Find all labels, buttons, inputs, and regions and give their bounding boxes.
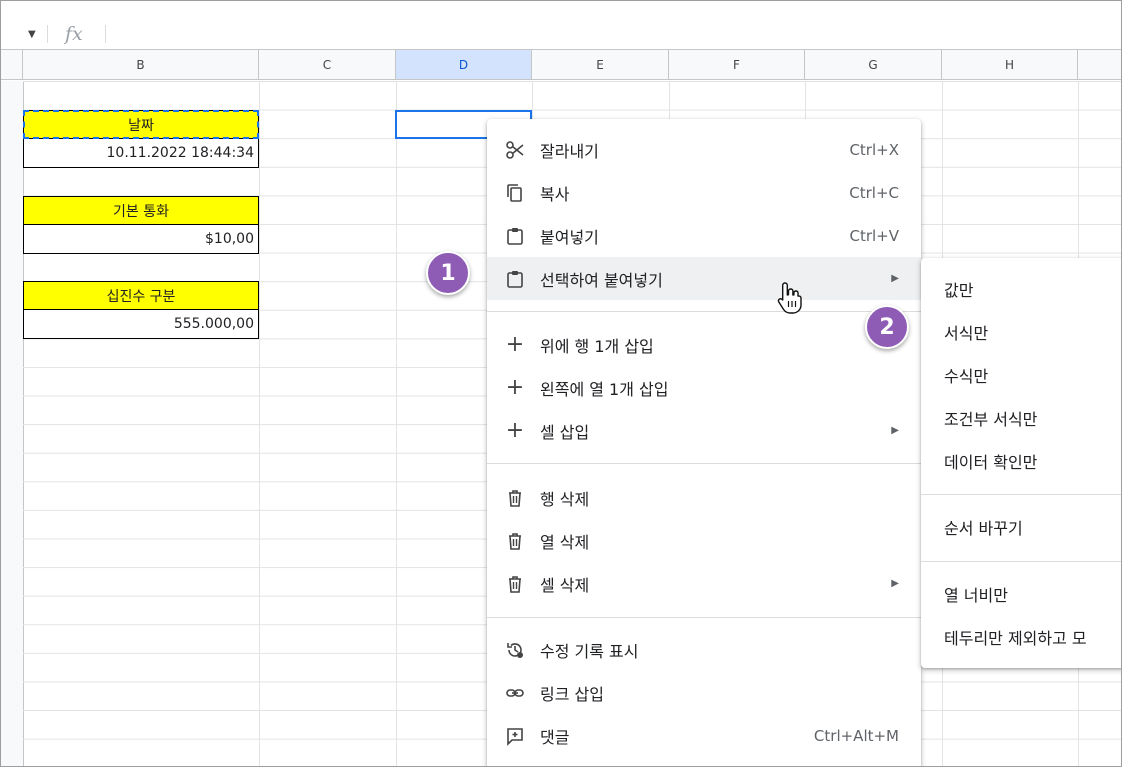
- column-header-e[interactable]: E: [532, 50, 669, 80]
- menu-item-label: 수정 기록 표시: [540, 641, 639, 661]
- context-menu: 잘라내기 Ctrl+X 복사 Ctrl+C 붙여넣기 Ctrl+V 선택하여 붙…: [487, 119, 921, 766]
- column-header-d[interactable]: D: [396, 50, 532, 80]
- comment-icon: [505, 726, 525, 746]
- menu-divider: [487, 463, 921, 464]
- shortcut-label: Ctrl+X: [849, 140, 899, 159]
- menu-item-insert-row-above[interactable]: + 위에 행 1개 삽입: [487, 323, 921, 366]
- plus-icon: +: [505, 418, 525, 443]
- menu-divider: [921, 494, 1121, 495]
- submenu-item-format-only[interactable]: 서식만: [944, 320, 988, 344]
- history-icon: [505, 640, 525, 660]
- row-headers: [1, 81, 24, 766]
- menu-item-insert-cells[interactable]: + 셀 삽입 ▶: [487, 409, 921, 452]
- shortcut-label: Ctrl+V: [849, 226, 899, 245]
- column-header-c[interactable]: C: [259, 50, 396, 80]
- plus-icon: +: [505, 375, 525, 400]
- formula-bar: ▼ fx: [1, 19, 1121, 50]
- column-header-h[interactable]: H: [942, 50, 1078, 80]
- menu-item-label: 붙여넣기: [540, 227, 599, 247]
- column-header-g[interactable]: G: [805, 50, 942, 80]
- submenu-item-conditional-format-only[interactable]: 조건부 서식만: [944, 406, 1037, 430]
- menu-item-cut[interactable]: 잘라내기 Ctrl+X: [487, 128, 921, 171]
- menu-item-comment[interactable]: 댓글 Ctrl+Alt+M: [487, 714, 921, 757]
- trash-icon: [505, 488, 525, 508]
- menu-item-label: 행 삭제: [540, 489, 590, 509]
- step-badge-1: 1: [426, 251, 470, 295]
- trash-icon: [505, 531, 525, 551]
- scissors-icon: [505, 140, 525, 160]
- grid-line: [396, 81, 397, 766]
- menu-item-label: 잘라내기: [540, 141, 599, 161]
- submenu-item-formula-only[interactable]: 수식만: [944, 363, 988, 387]
- menu-item-label: 왼쪽에 열 1개 삽입: [540, 379, 669, 399]
- submenu-item-data-validation-only[interactable]: 데이터 확인만: [944, 449, 1037, 473]
- menu-item-label: 셀 삭제: [540, 575, 590, 595]
- menu-item-label: 위에 행 1개 삽입: [540, 336, 654, 356]
- shortcut-label: Ctrl+Alt+M: [813, 726, 899, 745]
- step-badge-2: 2: [865, 305, 909, 349]
- submenu-arrow-icon: ▶: [891, 425, 899, 436]
- clipboard-icon: [505, 269, 525, 289]
- menu-divider: [487, 617, 921, 618]
- formula-bar-divider: [105, 25, 106, 43]
- menu-item-edit-history[interactable]: 수정 기록 표시: [487, 628, 921, 671]
- decimal-label-cell[interactable]: 십진수 구분: [23, 281, 259, 310]
- menu-item-label: 열 삭제: [540, 532, 590, 552]
- copy-icon: [505, 183, 525, 203]
- trash-icon: [505, 574, 525, 594]
- column-header-f[interactable]: F: [669, 50, 805, 80]
- menu-item-copy[interactable]: 복사 Ctrl+C: [487, 171, 921, 214]
- menu-divider: [921, 561, 1121, 562]
- decimal-value-cell[interactable]: 555.000,00: [23, 310, 259, 339]
- column-header-next[interactable]: [1078, 50, 1121, 80]
- submenu-item-all-except-borders[interactable]: 테두리만 제외하고 모: [944, 625, 1087, 649]
- menu-item-paste-special[interactable]: 선택하여 붙여넣기 ▶: [487, 257, 921, 300]
- menu-item-insert-col-left[interactable]: + 왼쪽에 열 1개 삽입: [487, 366, 921, 409]
- spreadsheet-window: ▼ fx B C D E F G H 날짜 10.11.2022 18:44:3…: [0, 0, 1122, 767]
- grid-line: [259, 81, 260, 766]
- paste-special-submenu: 값만 서식만 수식만 조건부 서식만 데이터 확인만 순서 바꾸기 열 너비만 …: [921, 258, 1121, 668]
- submenu-arrow-icon: ▶: [891, 273, 899, 284]
- hand-pointer-icon: [777, 281, 803, 319]
- submenu-item-column-width-only[interactable]: 열 너비만: [944, 582, 1008, 606]
- menu-item-delete-cells[interactable]: 셀 삭제 ▶: [487, 562, 921, 605]
- submenu-item-transpose[interactable]: 순서 바꾸기: [944, 515, 1023, 539]
- menu-item-label: 링크 삽입: [540, 684, 604, 704]
- menu-item-label: 댓글: [540, 727, 570, 747]
- column-header-b[interactable]: B: [23, 50, 259, 80]
- menu-item-insert-link[interactable]: 링크 삽입: [487, 671, 921, 714]
- menu-item-label: 셀 삽입: [540, 422, 590, 442]
- currency-label-cell[interactable]: 기본 통화: [23, 196, 259, 225]
- menu-item-paste[interactable]: 붙여넣기 Ctrl+V: [487, 214, 921, 257]
- date-label-cell[interactable]: 날짜: [23, 110, 259, 139]
- currency-value-cell[interactable]: $10,00: [23, 225, 259, 254]
- date-value-cell[interactable]: 10.11.2022 18:44:34: [23, 139, 259, 168]
- toolbar: [1, 1, 1121, 20]
- clipboard-icon: [505, 226, 525, 246]
- menu-item-delete-col[interactable]: 열 삭제: [487, 519, 921, 562]
- link-icon: [505, 683, 525, 703]
- menu-item-label: 복사: [540, 184, 570, 204]
- menu-item-label: 선택하여 붙여넣기: [540, 270, 663, 290]
- submenu-arrow-icon: ▶: [891, 578, 899, 589]
- submenu-item-values-only[interactable]: 값만: [944, 277, 973, 301]
- fx-icon: fx: [65, 23, 83, 45]
- plus-icon: +: [505, 332, 525, 357]
- menu-item-delete-row[interactable]: 행 삭제: [487, 476, 921, 519]
- formula-bar-divider: [47, 25, 48, 43]
- name-box-dropdown-icon[interactable]: ▼: [28, 29, 36, 40]
- menu-divider: [487, 311, 921, 312]
- shortcut-label: Ctrl+C: [849, 183, 899, 202]
- select-all-corner[interactable]: [1, 50, 23, 80]
